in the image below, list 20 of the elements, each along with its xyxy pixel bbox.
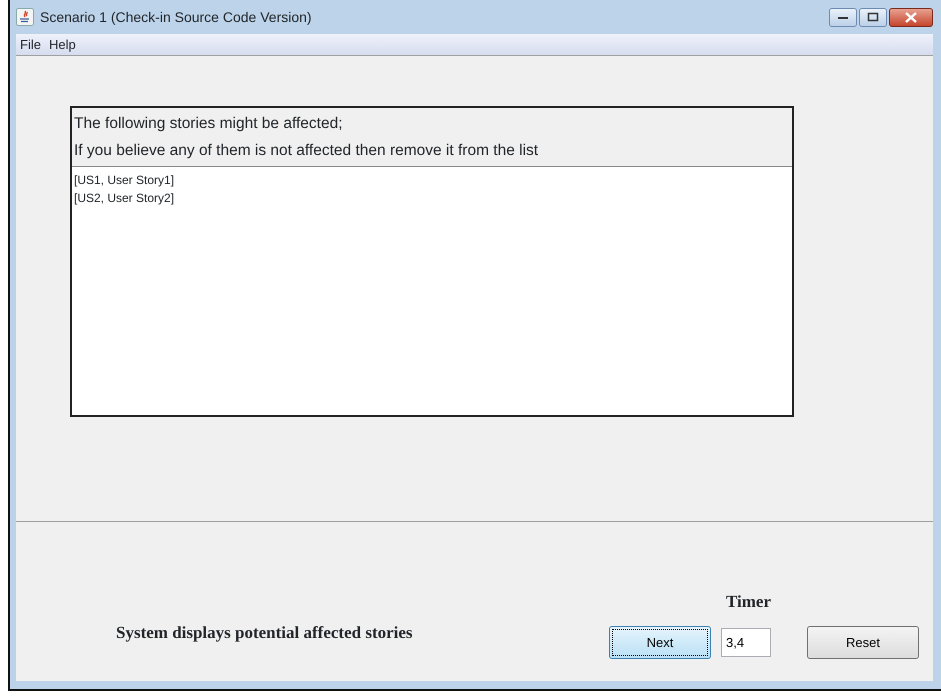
maximize-icon [867, 12, 879, 22]
minimize-button[interactable] [829, 8, 857, 26]
timer-label: Timer [726, 590, 772, 612]
step-description: System displays potential affected stories [116, 622, 413, 644]
menu-item[interactable]: Help [48, 34, 76, 54]
timer-field[interactable]: 3,4 [721, 628, 771, 657]
reset-button[interactable]: Reset [807, 626, 919, 659]
list-item[interactable]: [US1, User Story1] [74, 171, 790, 189]
app-icon [16, 8, 34, 26]
list-item[interactable]: [US2, User Story2] [74, 189, 790, 207]
close-button[interactable] [889, 8, 933, 26]
close-icon [904, 12, 918, 22]
prompt-text: The following stories might be affected; [73, 114, 344, 134]
prompt-text: If you believe any of them is not affected then remove it from the list [73, 141, 540, 161]
maximize-button[interactable] [859, 8, 887, 26]
stories-list[interactable]: [US1, User Story1] [US2, User Story2] [72, 166, 792, 415]
minimize-icon [837, 14, 849, 20]
next-button[interactable]: Next [609, 626, 711, 659]
menu-item[interactable]: File [20, 34, 41, 54]
window-title: Scenario 1 (Check-in Source Code Version) [40, 8, 312, 27]
